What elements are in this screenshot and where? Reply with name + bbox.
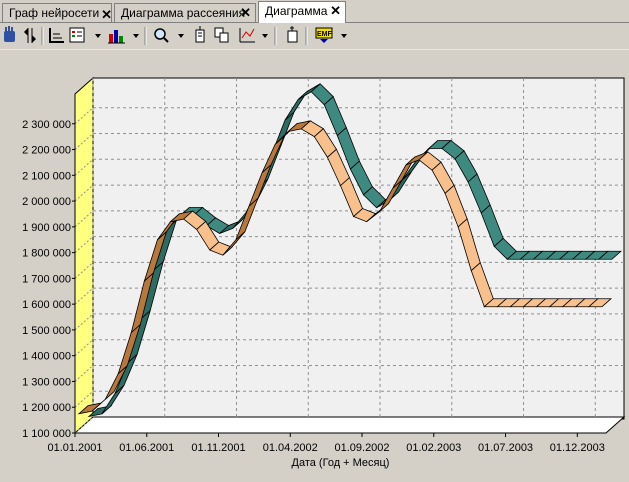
y-tick-label: 2 000 000 [22, 196, 71, 208]
toolbar: EMF [0, 23, 629, 50]
x-axis-label: Дата (Год + Месяц) [292, 457, 390, 469]
legend-icon[interactable] [69, 27, 85, 43]
y-tick-label: 1 600 000 [22, 299, 71, 311]
x-tick-label: 01.04.2002 [263, 442, 318, 454]
axis-icon[interactable] [49, 28, 64, 43]
x-tick-label: 01.12.2003 [550, 442, 605, 454]
emf-export-icon[interactable]: EMF [315, 27, 333, 43]
tab-neural-graph-close[interactable]: ✕ [96, 3, 114, 22]
plot-left-wall [74, 76, 94, 435]
x-tick-label: 01.11.2001 [191, 442, 245, 454]
copy-icon[interactable] [214, 27, 229, 43]
y-tick-label: 1 300 000 [22, 376, 71, 388]
y-tick-label: 2 300 000 [22, 119, 71, 131]
tab-label: Диаграмма [265, 4, 328, 18]
tab-scatter[interactable]: Диаграмма рассеяния ✕ [114, 3, 256, 22]
y-tick-label: 2 100 000 [22, 170, 71, 182]
plot-floor [73, 416, 626, 434]
y-tick-label: 1 900 000 [22, 222, 71, 234]
plot-back-wall [92, 77, 625, 420]
hand-icon[interactable] [4, 26, 15, 42]
x-tick-label: 01.07.2003 [478, 442, 533, 454]
x-tick-label: 01.02.2003 [406, 442, 461, 454]
close-icon[interactable]: ✕ [330, 3, 341, 19]
chart-panel: 1 100 000 1 200 000 1 300 000 1 400 000 1 50… [0, 50, 629, 479]
y-tick-label: 1 800 000 [22, 248, 71, 260]
y-tick-label: 2 200 000 [22, 145, 71, 157]
y-tick-label: 1 500 000 [22, 325, 71, 337]
filter-icon[interactable] [24, 28, 36, 43]
series-icon[interactable] [195, 26, 205, 43]
tab-label: Граф нейросети [9, 6, 100, 20]
y-tick-label: 1 200 000 [22, 402, 71, 414]
close-icon[interactable]: ✕ [101, 7, 112, 23]
y-tick-label: 1 100 000 [22, 428, 71, 440]
y-tick-label: 1 700 000 [22, 273, 71, 285]
close-icon[interactable]: ✕ [240, 5, 251, 21]
tab-bar: Граф нейросети Диаграмма рассеяния ✕ Диаг… [0, 0, 629, 23]
tab-label: Диаграмма рассеяния [121, 6, 246, 20]
tab-chart[interactable]: Диаграмма ✕ [258, 1, 346, 23]
x-tick-label: 01.06.2001 [119, 442, 174, 454]
svg-text:EMF: EMF [317, 31, 333, 38]
zoom-icon[interactable] [154, 28, 169, 43]
y-tick-label: 1 400 000 [22, 351, 71, 363]
x-tick-label: 01.09.2002 [334, 442, 389, 454]
chart: 1 100 000 1 200 000 1 300 000 1 400 000 1 50… [22, 76, 626, 469]
clip-icon[interactable] [287, 26, 298, 43]
bar-chart-icon[interactable] [108, 30, 125, 44]
line-chart-icon[interactable] [239, 28, 255, 43]
x-tick-label: 01.01.2001 [47, 442, 102, 454]
